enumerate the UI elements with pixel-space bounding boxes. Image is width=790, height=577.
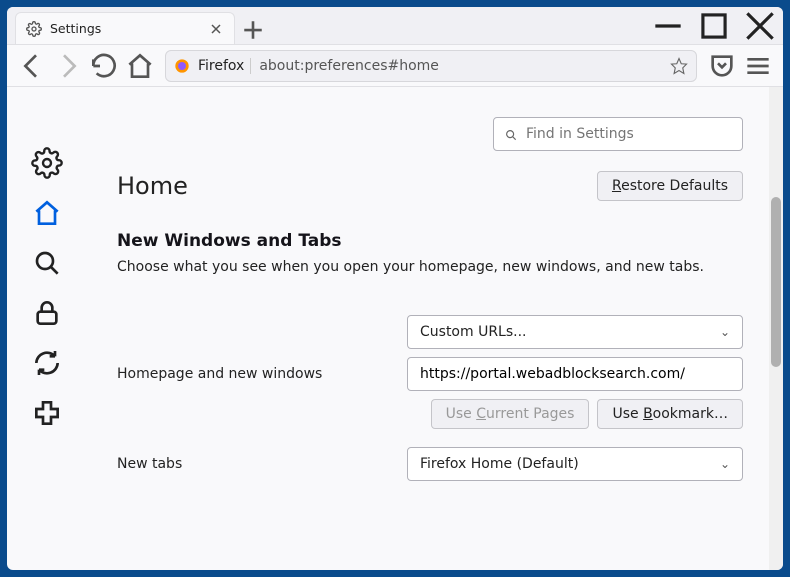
settings-sidebar [7, 87, 87, 570]
settings-search[interactable] [493, 117, 743, 151]
addr-prefix: Firefox [198, 58, 251, 74]
settings-search-input[interactable] [526, 126, 732, 142]
settings-main: Home Restore Defaults New Windows and Ta… [87, 87, 783, 570]
scrollbar[interactable] [769, 87, 783, 570]
menu-button[interactable] [741, 50, 775, 82]
close-window-button[interactable] [737, 7, 783, 45]
gear-icon [26, 21, 42, 37]
scroll-thumb[interactable] [771, 197, 781, 367]
firefox-icon [174, 58, 190, 74]
sidebar-item-privacy[interactable] [31, 297, 63, 329]
section-title: New Windows and Tabs [117, 231, 743, 251]
use-bookmark-button[interactable]: Use Bookmark… [597, 399, 743, 429]
chevron-down-icon: ⌄ [720, 325, 730, 339]
sidebar-item-general[interactable] [31, 147, 63, 179]
homepage-select[interactable]: Custom URLs... ⌄ [407, 315, 743, 349]
chevron-down-icon: ⌄ [720, 457, 730, 471]
homepage-windows-label: Homepage and new windows [117, 366, 407, 382]
minimize-button[interactable] [645, 7, 691, 45]
section-desc: Choose what you see when you open your h… [117, 259, 743, 275]
content-area: Home Restore Defaults New Windows and Ta… [7, 87, 783, 570]
titlebar: Settings [7, 7, 783, 45]
homepage-select-value: Custom URLs... [420, 324, 527, 340]
tab-settings[interactable]: Settings [15, 12, 235, 44]
pocket-button[interactable] [705, 50, 739, 82]
sidebar-item-home[interactable] [31, 197, 63, 229]
homepage-buttons: Use Current Pages Use Bookmark… [407, 399, 743, 429]
heading-row: Home Restore Defaults [117, 171, 743, 201]
newtabs-row: New tabs Firefox Home (Default) ⌄ [117, 447, 743, 481]
new-tab-button[interactable] [239, 16, 267, 44]
bookmark-star-icon[interactable] [670, 57, 688, 75]
homepage-url-row: Homepage and new windows [117, 357, 743, 391]
newtabs-select-value: Firefox Home (Default) [420, 456, 579, 472]
restore-defaults-button[interactable]: Restore Defaults [597, 171, 743, 201]
tab-title: Settings [50, 21, 200, 36]
homepage-url-input[interactable] [407, 357, 743, 391]
sidebar-item-sync[interactable] [31, 347, 63, 379]
forward-button[interactable] [51, 50, 85, 82]
homepage-row: Custom URLs... ⌄ [117, 315, 743, 349]
home-button[interactable] [123, 50, 157, 82]
sidebar-item-search[interactable] [31, 247, 63, 279]
window-controls [645, 7, 783, 45]
addr-url: about:preferences#home [259, 58, 662, 74]
nav-toolbar: Firefox about:preferences#home [7, 45, 783, 87]
maximize-button[interactable] [691, 7, 737, 45]
search-icon [504, 127, 518, 141]
sidebar-item-extensions[interactable] [31, 397, 63, 429]
close-tab-icon[interactable] [208, 21, 224, 37]
page-title: Home [117, 172, 188, 200]
settings-search-wrap [117, 117, 743, 151]
browser-window: Settings Firefox about:preferences#hom [7, 7, 783, 570]
newtabs-select[interactable]: Firefox Home (Default) ⌄ [407, 447, 743, 481]
newtabs-label: New tabs [117, 456, 407, 472]
use-current-pages-button[interactable]: Use Current Pages [431, 399, 590, 429]
reload-button[interactable] [87, 50, 121, 82]
back-button[interactable] [15, 50, 49, 82]
tab-strip: Settings [7, 7, 645, 44]
address-bar[interactable]: Firefox about:preferences#home [165, 50, 697, 82]
